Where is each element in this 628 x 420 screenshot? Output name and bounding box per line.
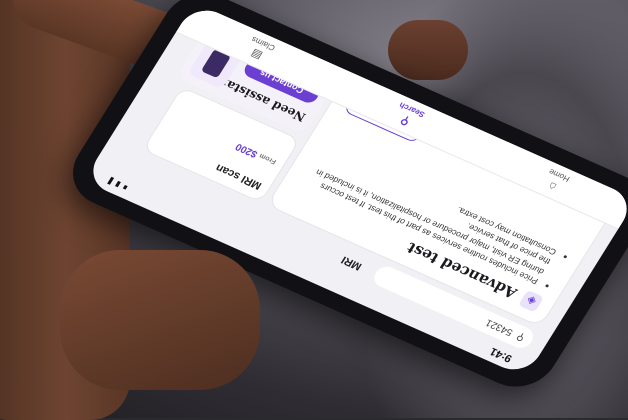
- tab-search[interactable]: ⚲ Search: [389, 100, 426, 131]
- status-time: 9:41: [487, 345, 515, 365]
- signal-bar: [107, 176, 115, 185]
- claims-icon: ▤: [248, 46, 265, 62]
- bottom-hand: [60, 250, 260, 390]
- shield-icon: ◈: [518, 289, 545, 313]
- scan-price: $200: [233, 140, 260, 160]
- right-fingers: [388, 20, 468, 80]
- signal-bar: [114, 180, 121, 188]
- search-icon: ⚲: [398, 113, 413, 128]
- tab-claims[interactable]: ▤ Claims: [242, 35, 277, 65]
- search-value: 54321: [483, 317, 515, 338]
- price-from-label: From: [258, 151, 278, 165]
- signal-icon: [122, 184, 128, 190]
- section-label: MRI: [339, 253, 365, 273]
- tab-home[interactable]: ⌂ Home: [539, 168, 571, 196]
- home-icon: ⌂: [546, 179, 559, 193]
- status-icons: [107, 176, 129, 192]
- search-icon: ⚲: [514, 330, 527, 344]
